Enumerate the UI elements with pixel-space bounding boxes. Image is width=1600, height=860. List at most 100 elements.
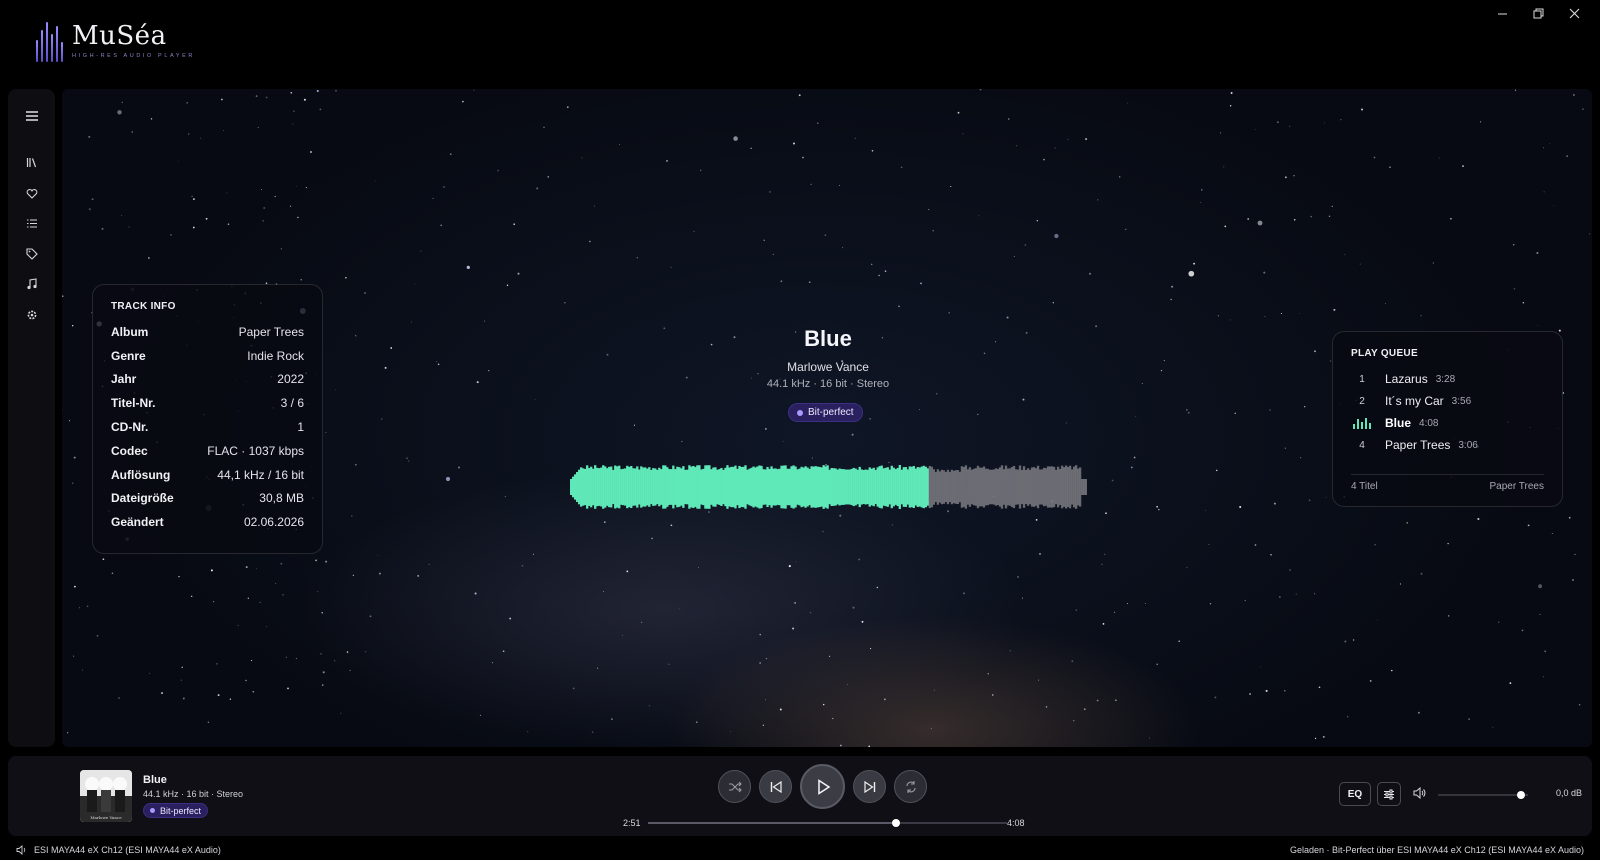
track-info-row: Titel-Nr. 3 / 6 [111,391,304,415]
queue-count: 4 Titel [1351,481,1378,492]
play-icon [817,778,830,795]
restore-icon [1533,8,1543,18]
queue-item-number: 2 [1359,395,1365,407]
track-info-row: Codec FLAC · 1037 kbps [111,439,304,463]
queue-album: Paper Trees [1489,481,1544,492]
list-icon[interactable] [8,211,55,235]
track-info-row: Jahr 2022 [111,368,304,392]
track-info-row: Dateigröße 30,8 MB [111,487,304,511]
queue-item-title: Blue [1385,416,1412,430]
menu-icon[interactable] [8,104,55,128]
shuffle-icon [728,781,742,792]
player-bar: Marlowe Vance Blue 44.1 kHz · 16 bit · S… [8,756,1592,836]
next-button[interactable] [853,770,886,803]
play-queue-panel: PLAY QUEUE 1 Lazarus 3:28 2 It´s my Car 3:56 B… [1332,331,1563,507]
track-info-value: 3 / 6 [280,396,304,411]
player-bit-perfect-badge: Bit-perfect [143,803,209,818]
status-dot-icon [150,808,155,813]
now-playing-eq-icon [1351,417,1373,429]
player-track-title: Blue [143,774,167,786]
queue-item-duration: 3:28 [1435,373,1456,385]
track-info-value: Paper Trees [238,324,304,339]
track-info-key: Dateigröße [111,491,174,506]
sidebar [8,89,55,747]
skip-previous-icon [770,780,782,793]
queue-item-duration: 3:06 [1458,439,1478,451]
now-playing-artist: Marlowe Vance [787,360,869,374]
track-info-value: FLAC · 1037 kbps [207,443,304,458]
status-dot-icon [797,409,803,416]
track-info-value: 02.06.2026 [243,515,304,530]
heart-icon[interactable] [8,181,55,205]
status-bar: ESI MAYA44 eX Ch12 (ESI MAYA44 eX Audio)… [0,842,1600,860]
queue-item-duration: 3:56 [1451,395,1472,407]
track-info-value: 44,1 kHz / 16 bit [217,467,304,482]
previous-button[interactable] [759,770,792,803]
skip-next-icon [863,780,875,793]
track-info-value: 30,8 MB [259,491,304,506]
queue-item[interactable]: 1 Lazarus 3:28 [1351,368,1544,390]
track-info-row: Auflösung 44,1 kHz / 16 bit [111,463,304,487]
tag-icon[interactable] [8,242,55,266]
repeat-icon [905,780,916,793]
minimize-icon [1497,13,1507,14]
queue-item-title: Lazarus [1385,372,1428,386]
close-button[interactable] [1556,0,1592,26]
bit-perfect-label: Bit-perfect [808,407,854,418]
volume-db-label: 0,0 dB [1556,788,1583,798]
queue-item-title: It´s my Car [1385,394,1444,408]
queue-item[interactable]: 4 Paper Trees 3:06 [1351,434,1544,456]
cover-caption: Marlowe Vance [90,815,122,820]
player-bit-perfect-label: Bit-perfect [160,805,202,816]
restore-button[interactable] [1520,0,1556,26]
eq-button[interactable]: EQ [1339,782,1371,806]
queue-item-number: 4 [1359,439,1365,451]
music-note-icon[interactable] [8,272,55,296]
track-info-key: Jahr [111,372,137,387]
total-time: 4:08 [1007,818,1025,828]
track-info-key: Geändert [111,515,164,530]
output-speaker-icon [16,845,26,855]
track-info-key: Codec [111,443,148,458]
output-device-label: ESI MAYA44 eX Ch12 (ESI MAYA44 eX Audio) [34,845,221,855]
track-info-key: Genre [111,348,146,363]
repeat-button[interactable] [894,770,927,803]
app-name: MuSéa [72,21,167,51]
track-info-row: CD-Nr. 1 [111,415,304,439]
track-info-key: CD-Nr. [111,420,149,435]
app-logo: MuSéa HIGH-RES AUDIO PLAYER [34,20,195,62]
track-info-row: Genre Indie Rock [111,344,304,368]
queue-item-title: Paper Trees [1385,438,1451,452]
sliders-icon [1384,789,1394,799]
track-info-key: Auflösung [111,467,171,482]
gear-icon[interactable] [8,303,55,327]
queue-item[interactable]: 2 It´s my Car 3:56 [1351,390,1544,412]
queue-item-number: 1 [1359,373,1365,385]
shuffle-button[interactable] [718,770,751,803]
player-track-format: 44.1 kHz · 16 bit · Stereo [143,789,244,799]
library-icon[interactable] [8,150,55,174]
minimize-button[interactable] [1484,0,1520,26]
volume-handle[interactable] [1516,791,1525,799]
title-bar: MuSéa HIGH-RES AUDIO PLAYER [0,0,1600,86]
audio-settings-button[interactable] [1377,782,1401,806]
speaker-icon [1413,786,1426,800]
volume-slider[interactable] [1438,791,1528,799]
queue-item[interactable]: Blue 4:08 [1351,412,1544,434]
seek-handle[interactable] [891,819,900,827]
seek-slider[interactable] [648,819,1007,827]
track-info-value: 2022 [277,372,304,387]
play-button[interactable] [800,764,845,809]
volume-button[interactable] [1413,786,1427,804]
waveform-seekbar[interactable] [570,464,1087,510]
transport-controls [718,764,927,809]
album-cover[interactable]: Marlowe Vance [80,770,132,822]
bit-perfect-badge: Bit-perfect [788,403,863,422]
track-info-value: 1 [297,420,304,435]
logo-bars-icon [34,20,68,62]
queue-footer: 4 Titel Paper Trees [1351,474,1544,492]
queue-item-duration: 4:08 [1419,417,1439,429]
track-info-row: Geändert 02.06.2026 [111,510,304,534]
track-info-value: Indie Rock [247,348,304,363]
seek-progress [648,822,896,824]
